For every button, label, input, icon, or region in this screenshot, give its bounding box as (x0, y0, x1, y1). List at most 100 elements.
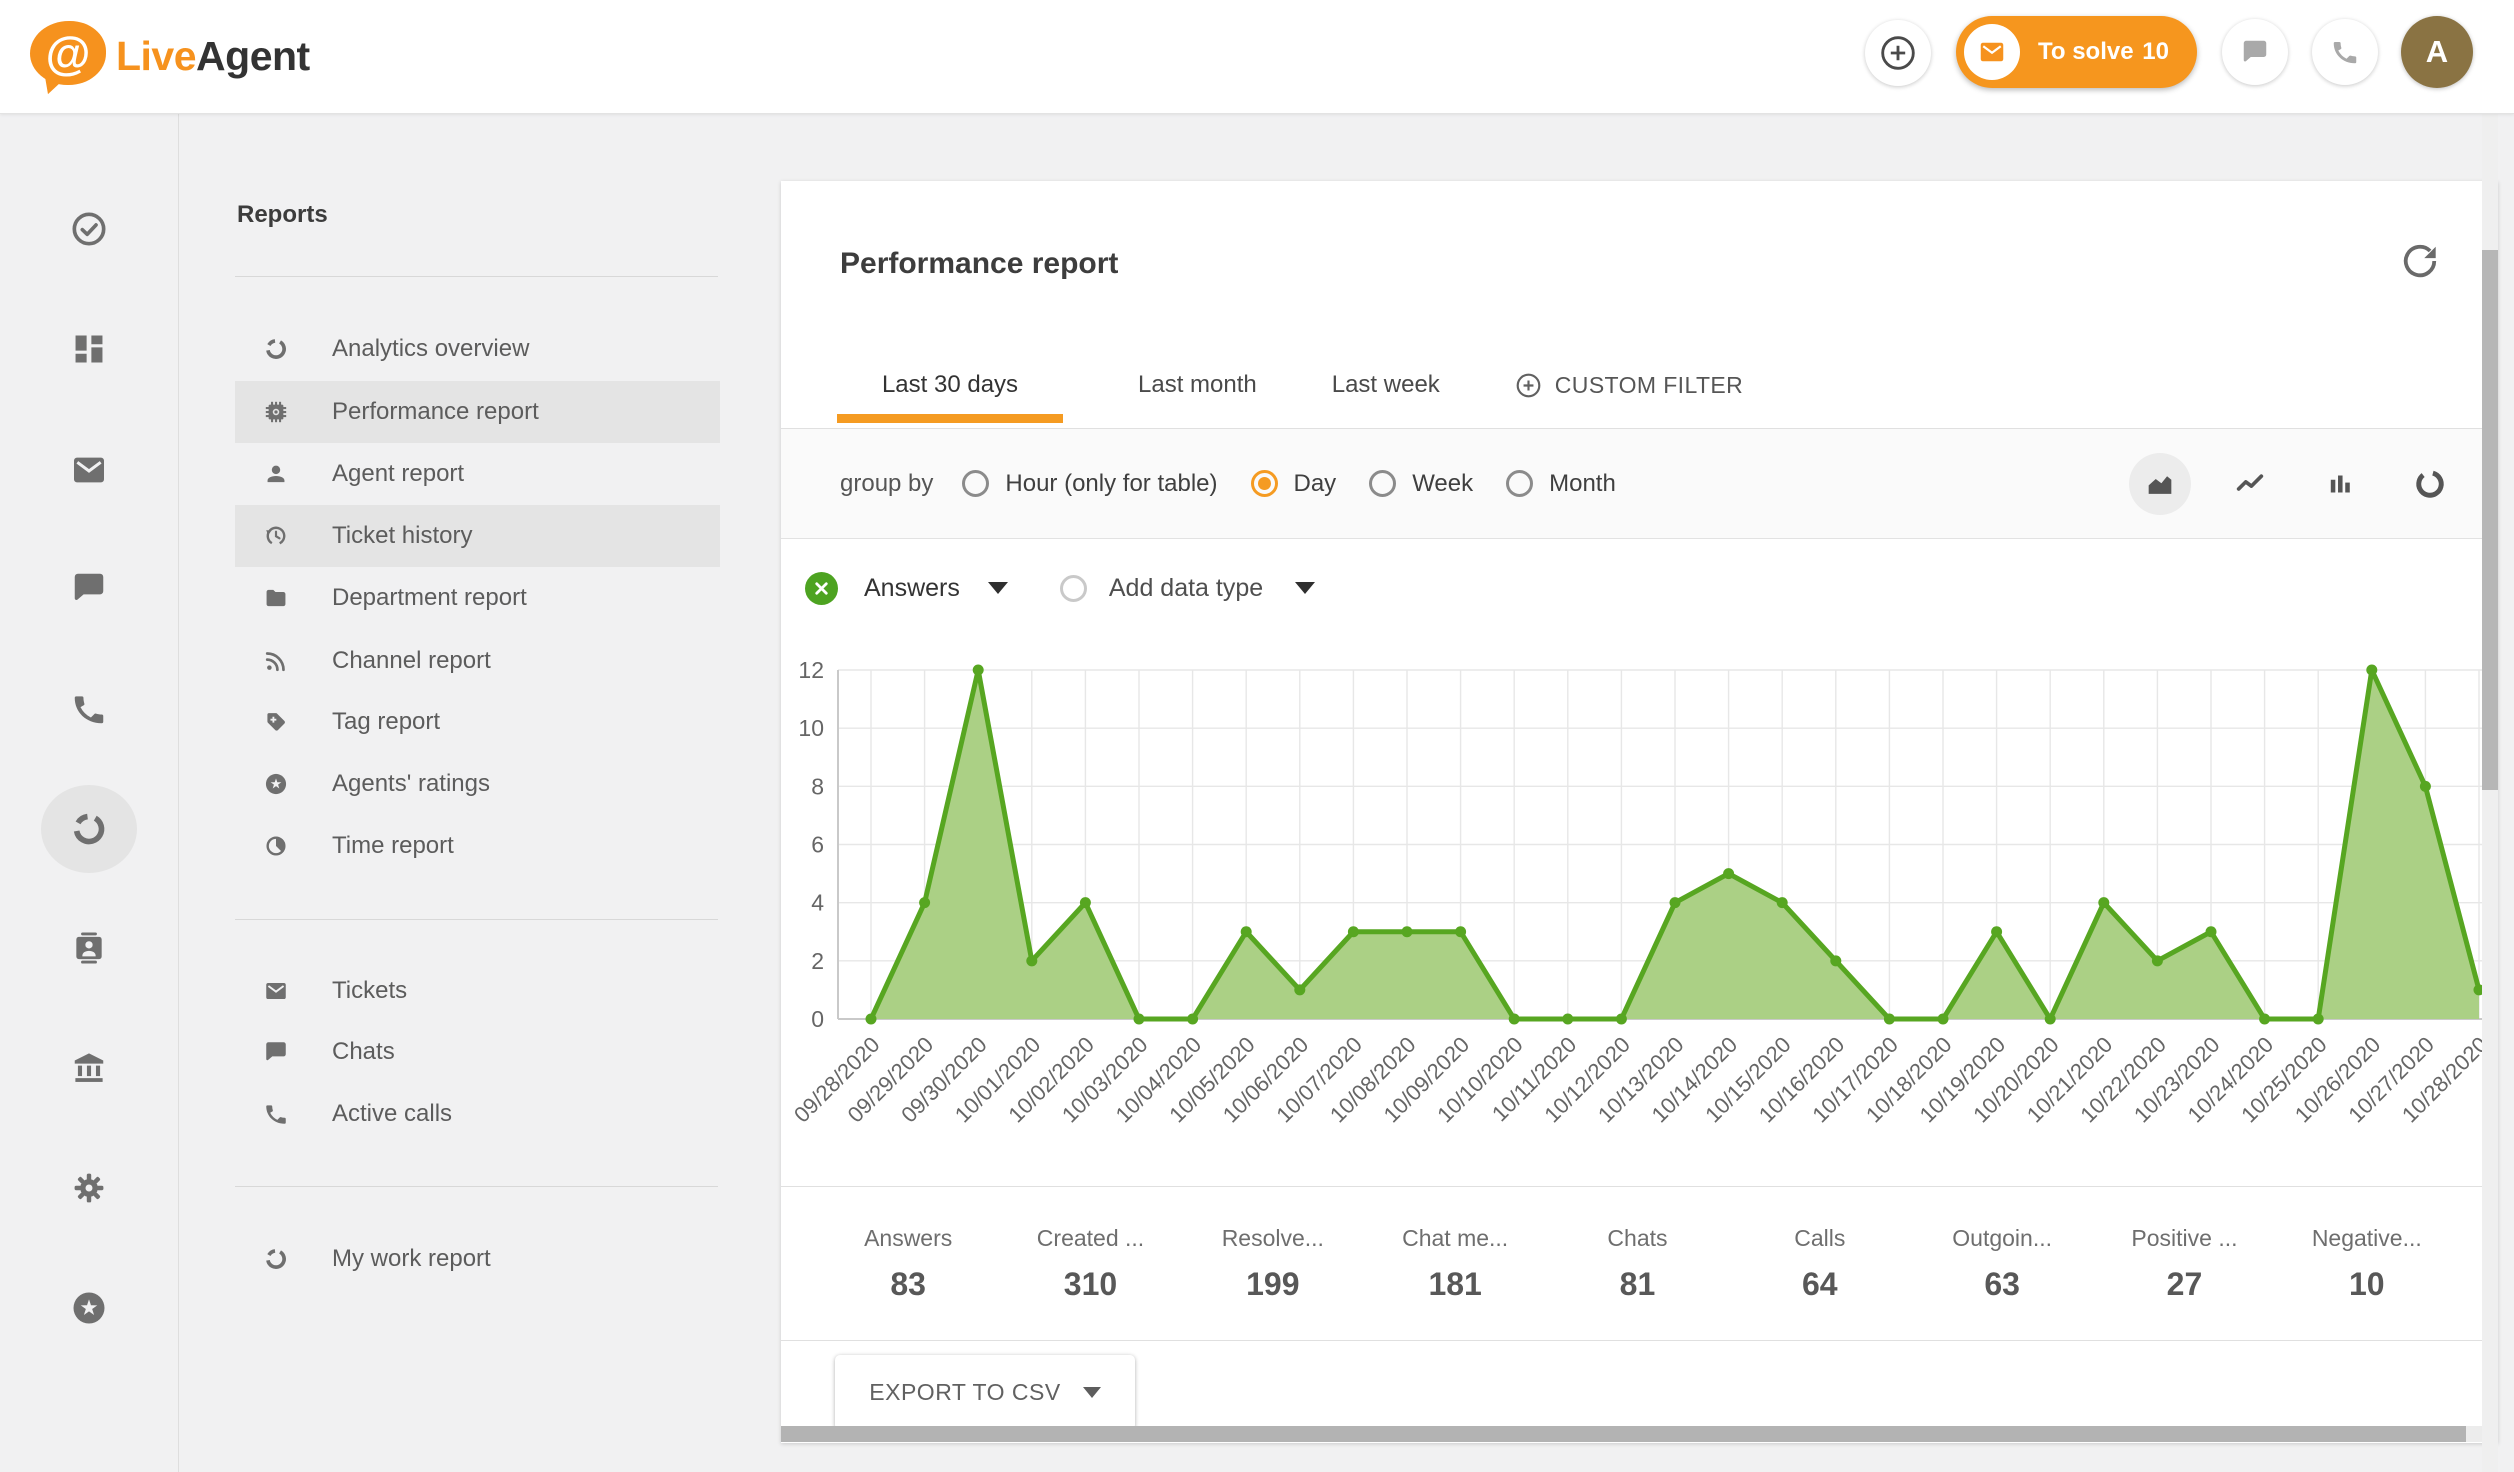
group-by-option-hour[interactable]: Hour (only for table) (962, 470, 1217, 498)
group-by-option-label: Month (1549, 470, 1616, 498)
add-data-type-label[interactable]: Add data type (1109, 574, 1263, 603)
department-report-icon (263, 585, 289, 611)
export-to-csv-button[interactable]: EXPORT TO CSV (835, 1355, 1135, 1430)
chats-header-button[interactable] (2222, 19, 2288, 85)
rail-item-company[interactable] (53, 1032, 125, 1104)
gear-icon (70, 1169, 108, 1207)
svg-text:6: 6 (811, 832, 824, 858)
radio-unselected-icon (962, 470, 989, 497)
chat-bubble-icon (2240, 37, 2270, 67)
bar-chart-button[interactable] (2309, 453, 2371, 515)
horizontal-scrollbar-thumb[interactable] (781, 1426, 2466, 1442)
user-avatar[interactable]: A (2401, 16, 2473, 88)
time-report-icon (263, 833, 289, 859)
bank-icon (70, 1049, 108, 1087)
rail-item-contacts[interactable] (53, 912, 125, 984)
sidebar-item-channel-report[interactable]: Channel report (235, 630, 720, 692)
vertical-scrollbar-thumb[interactable] (2482, 250, 2498, 790)
rail-item-reports[interactable] (53, 793, 125, 865)
sidebar-item-label: Analytics overview (332, 335, 529, 363)
summary-stats-row: Answers 83 Created ... 310 Resolve... 19… (781, 1186, 2498, 1340)
sidebar-item-department-report[interactable]: Department report (235, 567, 720, 629)
export-label: EXPORT TO CSV (869, 1379, 1060, 1406)
to-solve-button[interactable]: To solve 10 (1956, 16, 2197, 88)
rail-item-settings[interactable] (53, 1152, 125, 1224)
rail-item-tasks[interactable] (53, 193, 125, 265)
rail-item-tickets[interactable] (53, 434, 125, 506)
stat-outgoing[interactable]: Outgoin... 63 (1911, 1187, 2093, 1340)
refresh-report-button[interactable] (2397, 238, 2443, 284)
stat-label: Outgoin... (1952, 1225, 2052, 1252)
horizontal-scrollbar[interactable] (781, 1426, 2498, 1442)
sidebar-item-tag-report[interactable]: Tag report (235, 691, 720, 753)
sidebar-item-label: Tickets (332, 977, 407, 1005)
sidebar-item-agents-ratings[interactable]: Agents' ratings (235, 753, 720, 815)
stat-value: 310 (1064, 1266, 1117, 1303)
sidebar-item-label: Department report (332, 584, 527, 612)
sidebar-item-label: Agents' ratings (332, 770, 490, 798)
stat-chats[interactable]: Chats 81 (1546, 1187, 1728, 1340)
sidebar-item-agent-report[interactable]: Agent report (235, 443, 720, 505)
sidebar-item-my-work-report[interactable]: My work report (235, 1228, 720, 1290)
sidebar-heading: Reports (237, 201, 328, 229)
line-chart-button[interactable] (2219, 453, 2281, 515)
stat-chat-messages[interactable]: Chat me... 181 (1364, 1187, 1546, 1340)
stat-value: 181 (1428, 1266, 1481, 1303)
tab-last-month[interactable]: Last month (1138, 371, 1257, 399)
stat-value: 63 (1984, 1266, 2020, 1303)
liveagent-logo-icon: @ (24, 17, 110, 95)
tickets-icon (263, 978, 289, 1004)
donut-chart-button[interactable] (2399, 453, 2461, 515)
tab-last-week[interactable]: Last week (1332, 371, 1440, 399)
sidebar-item-ticket-history[interactable]: Ticket history (235, 505, 720, 567)
line-chart-icon (2233, 467, 2267, 501)
sidebar-item-label: Performance report (332, 398, 539, 426)
rail-item-starred[interactable] (53, 1272, 125, 1344)
rail-item-chats[interactable] (53, 552, 125, 624)
sidebar-item-active-calls[interactable]: Active calls (235, 1083, 720, 1145)
chart-canvas: 02468101209/28/202009/29/202009/30/20201… (781, 640, 2498, 1160)
my-work-report-icon (263, 1246, 289, 1272)
chevron-down-icon[interactable] (988, 582, 1008, 594)
chevron-down-icon[interactable] (1295, 582, 1315, 594)
sidebar-item-chats[interactable]: Chats (235, 1021, 720, 1083)
report-tabs: Last 30 days Last month Last week CUSTOM… (837, 357, 1743, 413)
stat-answers[interactable]: Answers 83 (817, 1187, 999, 1340)
stat-label: Calls (1794, 1225, 1845, 1252)
tab-last-30-days[interactable]: Last 30 days (837, 371, 1063, 399)
sidebar-item-performance-report[interactable]: Performance report (235, 381, 720, 443)
active-calls-icon (263, 1101, 289, 1127)
remove-answers-series-button[interactable] (805, 572, 838, 605)
stat-label: Answers (864, 1225, 952, 1252)
custom-filter-button[interactable]: CUSTOM FILTER (1515, 372, 1743, 399)
sidebar-item-label: Tag report (332, 708, 440, 736)
stat-positive[interactable]: Positive ... 27 (2093, 1187, 2275, 1340)
group-by-option-week[interactable]: Week (1369, 470, 1473, 498)
sidebar-item-label: Time report (332, 832, 454, 860)
rail-item-dashboard[interactable] (53, 313, 125, 385)
phone-icon (2330, 37, 2360, 67)
add-new-button[interactable] (1865, 20, 1931, 86)
stat-calls[interactable]: Calls 64 (1729, 1187, 1911, 1340)
series-chip-label[interactable]: Answers (864, 574, 960, 603)
ticket-history-icon (263, 523, 289, 549)
group-by-option-month[interactable]: Month (1506, 470, 1616, 498)
check-circle-icon (69, 209, 109, 249)
area-chart-button[interactable] (2129, 453, 2191, 515)
liveagent-logo[interactable]: @ LiveAgent (24, 14, 310, 98)
stat-label: Negative... (2312, 1225, 2422, 1252)
sidebar-item-tickets[interactable]: Tickets (235, 960, 720, 1022)
stat-value: 64 (1802, 1266, 1838, 1303)
stat-negative[interactable]: Negative... 10 (2276, 1187, 2458, 1340)
sidebar-item-label: Ticket history (332, 522, 472, 550)
sidebar-item-analytics-overview[interactable]: Analytics overview (235, 318, 720, 380)
rail-item-calls[interactable] (53, 673, 125, 745)
stat-resolved[interactable]: Resolve... 199 (1182, 1187, 1364, 1340)
sidebar-item-label: Agent report (332, 460, 464, 488)
calls-header-button[interactable] (2312, 19, 2378, 85)
group-by-option-day[interactable]: Day (1251, 470, 1337, 498)
sidebar-item-time-report[interactable]: Time report (235, 815, 720, 877)
add-data-type-radio-icon[interactable] (1060, 575, 1087, 602)
vertical-scrollbar[interactable] (2482, 113, 2498, 1472)
stat-created[interactable]: Created ... 310 (999, 1187, 1181, 1340)
